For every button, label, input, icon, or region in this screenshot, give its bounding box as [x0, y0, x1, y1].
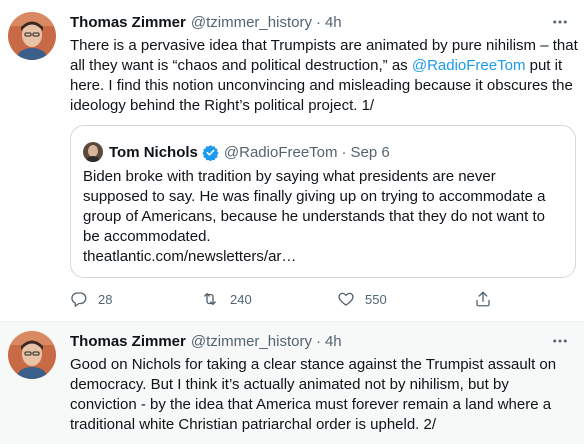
- retweet-count: 240: [230, 291, 252, 307]
- quoted-author-name: Tom Nichols: [109, 143, 198, 161]
- timestamp[interactable]: 4h: [325, 333, 342, 350]
- tweet-text-line: There is a pervasive idea that Trumpists…: [70, 37, 578, 54]
- avatar[interactable]: [8, 12, 56, 60]
- quoted-avatar: [83, 142, 103, 162]
- tweet-header: Thomas Zimmer @tzimmer_history · 4h: [70, 12, 342, 32]
- like-button[interactable]: 550: [337, 288, 387, 310]
- tweet-text-line: Good on Nichols for taking a clear stanc…: [70, 356, 557, 373]
- timestamp[interactable]: 4h: [325, 14, 342, 31]
- tweet-text: There is a pervasive idea that Trumpists…: [70, 36, 578, 116]
- more-horizontal-icon: [553, 20, 567, 24]
- tweet-header: Thomas Zimmer @tzimmer_history · 4h: [70, 331, 342, 351]
- tweet-text-line: ideology behind the Right’s political pr…: [70, 97, 375, 114]
- quoted-text-line: be accommodated.: [83, 228, 211, 245]
- more-button[interactable]: [550, 12, 570, 32]
- quoted-date: Sep 6: [350, 143, 390, 161]
- reply-icon: [71, 292, 87, 307]
- mention-link[interactable]: @RadioFreeTom: [412, 57, 526, 74]
- tweet[interactable]: Thomas Zimmer @tzimmer_history · 4h Ther…: [0, 0, 584, 322]
- quoted-text-line: group of Americans, because he understan…: [83, 208, 545, 225]
- action-bar: 28 240 550: [70, 288, 510, 310]
- quoted-tweet-text: Biden broke with tradition by saying wha…: [83, 167, 567, 267]
- quoted-text-line: Biden broke with tradition by saying wha…: [83, 168, 496, 185]
- quoted-text-line: supposed to say. He was finally giving u…: [83, 188, 546, 205]
- tweet-text-line: here. I find this notion unconvincing an…: [70, 77, 573, 94]
- quoted-tweet[interactable]: Tom Nichols @RadioFreeTom · Sep 6 Biden …: [70, 125, 576, 278]
- avatar[interactable]: [8, 331, 56, 379]
- tweet-text-line: all they want is “chaos and political de…: [70, 56, 578, 76]
- author-handle[interactable]: @tzimmer_history: [191, 333, 312, 350]
- tweet-text: Good on Nichols for taking a clear stanc…: [70, 355, 578, 435]
- tweet-text-line: democracy. But I think it’s actually ani…: [70, 376, 509, 393]
- tweet-text-segment: put it: [525, 57, 563, 74]
- retweet-button[interactable]: 240: [200, 288, 252, 310]
- tweet[interactable]: Thomas Zimmer @tzimmer_history · 4h Good…: [0, 322, 584, 444]
- author-handle[interactable]: @tzimmer_history: [191, 14, 312, 31]
- verified-badge-icon: [202, 144, 219, 161]
- more-horizontal-icon: [553, 339, 567, 343]
- separator: ·: [315, 13, 321, 31]
- tweet-text-line: conviction - by the idea that America mu…: [70, 396, 552, 413]
- reply-count: 28: [98, 291, 113, 307]
- tweet-text-segment: all they want is “chaos and political de…: [70, 57, 412, 74]
- author-name[interactable]: Thomas Zimmer: [70, 333, 186, 350]
- quoted-link[interactable]: theatlantic.com/newsletters/ar…: [83, 247, 567, 267]
- quoted-tweet-header: Tom Nichols @RadioFreeTom · Sep 6: [83, 141, 390, 163]
- separator: ·: [315, 332, 321, 350]
- tweet-text-line: traditional white Christian patriarchal …: [70, 416, 437, 433]
- retweet-icon: [204, 293, 216, 305]
- author-name[interactable]: Thomas Zimmer: [70, 14, 186, 31]
- separator: ·: [341, 143, 347, 161]
- share-icon: [476, 291, 490, 307]
- reply-button[interactable]: 28: [70, 288, 112, 310]
- heart-icon: [338, 292, 354, 306]
- more-button[interactable]: [550, 331, 570, 351]
- quoted-author-handle: @RadioFreeTom: [223, 143, 338, 161]
- like-count: 550: [365, 291, 387, 307]
- share-button[interactable]: [474, 288, 502, 310]
